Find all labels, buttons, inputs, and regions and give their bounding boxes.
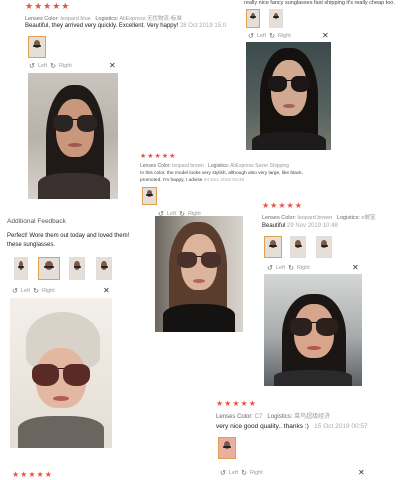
review-text: really nice fancy sunglasses fast shippi…: [244, 0, 395, 6]
review-card-2: really nice fancy sunglasses fast shippi…: [236, 0, 400, 160]
rotate-left-label[interactable]: Left: [38, 63, 47, 69]
rotate-right-icon[interactable]: ↻: [241, 469, 247, 477]
lenses-label: Lenses Color:: [216, 414, 254, 420]
review-thumbnail[interactable]: [316, 236, 332, 258]
close-icon[interactable]: ✕: [358, 469, 365, 477]
review-thumbnail[interactable]: [290, 236, 306, 258]
review-body: Beautiful, they arrived very quickly. Ex…: [25, 23, 179, 29]
review-date: 29 Nov 2019 10:48: [287, 223, 338, 229]
logistics-value: AliExpress Saver Shipping: [230, 163, 289, 169]
lenses-value: leopard brown: [172, 163, 204, 169]
logistics-label: Logistics:: [95, 16, 119, 22]
close-icon[interactable]: ✕: [322, 32, 329, 40]
review-photo[interactable]: [264, 274, 362, 386]
review-meta: Lenses Color: leopard blue Logistics: Al…: [25, 14, 182, 22]
rating-stars: ★★★★★: [12, 470, 53, 479]
image-toolbar: ↺ Left ↻ Right: [27, 60, 118, 72]
lenses-value: leopard brown: [297, 215, 333, 221]
logistics-label: Logistics:: [336, 215, 360, 221]
logistics-value: 菜鸟超级经济: [294, 414, 331, 420]
review-thumbnail[interactable]: [69, 257, 85, 280]
rotate-right-label[interactable]: Right: [42, 288, 55, 294]
review-meta: Lenses Color: C7 Logistics: 菜鸟超级经济: [216, 411, 330, 420]
image-toolbar: ↺ Left ↻ Right: [246, 30, 330, 42]
rotate-left-icon[interactable]: ↺: [12, 287, 18, 295]
review-thumbnail[interactable]: [246, 9, 260, 28]
lenses-label: Lenses Color:: [140, 163, 171, 169]
review-text: Beautiful, they arrived very quickly. Ex…: [25, 23, 226, 29]
rotate-right-label[interactable]: Right: [59, 63, 72, 69]
image-toolbar: ↺ Left ↻ Right: [218, 467, 368, 479]
review-photo[interactable]: [246, 42, 331, 154]
review-thumbnail[interactable]: [28, 36, 46, 58]
review-card-4: Additional Feedback Perfect! Wore them o…: [0, 212, 150, 480]
review-body-line-2: these sunglasses.: [7, 242, 56, 248]
logistics-value: e邮宝: [361, 215, 376, 221]
review-thumbnail[interactable]: [269, 9, 283, 28]
rating-stars: ★★★★★: [25, 1, 71, 11]
close-icon[interactable]: ✕: [352, 264, 359, 272]
rotate-left-icon[interactable]: ↺: [248, 32, 254, 40]
review-body: Beautiful: [262, 223, 286, 229]
lenses-value: leopard blue: [60, 16, 91, 22]
rotate-right-label[interactable]: Right: [250, 470, 263, 476]
review-thumbnail[interactable]: [14, 257, 28, 280]
rotate-left-icon[interactable]: ↺: [29, 62, 35, 70]
review-thumbnail[interactable]: [96, 257, 112, 280]
review-body-line-2: promoted. I'm happy, I advise: [140, 177, 203, 183]
additional-feedback-heading: Additional Feedback: [7, 218, 66, 225]
rating-stars: ★★★★★: [216, 399, 257, 408]
rotate-right-icon[interactable]: ↻: [288, 264, 294, 272]
logistics-value: AliExpress 无忧物流-标准: [119, 16, 182, 22]
logistics-label: Logistics:: [267, 414, 293, 420]
rotate-right-label[interactable]: Right: [278, 33, 291, 39]
review-meta: Lenses Color: leopard brown Logistics: A…: [140, 163, 289, 169]
lenses-value: C7: [254, 414, 263, 420]
image-toolbar: ↺ Left ↻ Right: [10, 285, 110, 297]
review-thumbnail[interactable]: [218, 437, 236, 459]
review-card-5: ★★★★★ Lenses Color: leopard brown Logist…: [252, 196, 400, 396]
review-date: 04 Dec 2019 03:45: [203, 177, 245, 183]
review-date: 28 Oct 2019 15:0: [179, 23, 227, 29]
rotate-left-icon[interactable]: ↺: [220, 469, 226, 477]
rotate-left-icon[interactable]: ↺: [267, 264, 273, 272]
review-photo[interactable]: [28, 73, 118, 199]
rotate-left-label[interactable]: Left: [257, 33, 266, 39]
rotate-right-icon[interactable]: ↻: [50, 62, 56, 70]
review-text: Perfect! Wore them out today and loved t…: [7, 232, 129, 250]
rotate-right-label[interactable]: Right: [297, 265, 310, 271]
rating-stars: ★★★★★: [140, 153, 177, 160]
rotate-left-label[interactable]: Left: [229, 470, 238, 476]
review-body: very nice good quality.. thanks :): [216, 423, 309, 430]
review-thumbnail[interactable]: [142, 187, 157, 205]
review-thumbnail[interactable]: [38, 257, 60, 280]
review-photo[interactable]: [155, 216, 243, 332]
close-icon[interactable]: ✕: [103, 287, 110, 295]
review-meta: Lenses Color: leopard brown Logistics: e…: [262, 213, 375, 221]
review-text: In this color, the model looks very styl…: [140, 171, 303, 184]
rotate-right-icon[interactable]: ↻: [269, 32, 275, 40]
logistics-label: Logistics:: [208, 163, 229, 169]
review-photo[interactable]: [10, 298, 112, 448]
review-body-line-1: Perfect! Wore them out today and loved t…: [7, 233, 130, 239]
review-date: 15 Oct 2019 00:57: [314, 423, 368, 430]
review-text: very nice good quality.. thanks :) 15 Oc…: [216, 423, 368, 430]
rating-stars: ★★★★★: [262, 201, 303, 210]
close-icon[interactable]: ✕: [109, 62, 116, 70]
rotate-left-label[interactable]: Left: [276, 265, 285, 271]
image-toolbar: ↺ Left ↻ Right: [265, 262, 361, 274]
review-thumbnail[interactable]: [264, 236, 282, 258]
lenses-label: Lenses Color:: [25, 16, 59, 22]
lenses-label: Lenses Color:: [262, 215, 296, 221]
rotate-left-label[interactable]: Left: [21, 288, 30, 294]
review-text: Beautiful 29 Nov 2019 10:48: [262, 223, 338, 229]
rotate-right-icon[interactable]: ↻: [33, 287, 39, 295]
review-card-6: ★★★★★ Lenses Color: C7 Logistics: 菜鸟超级经济…: [208, 392, 400, 480]
